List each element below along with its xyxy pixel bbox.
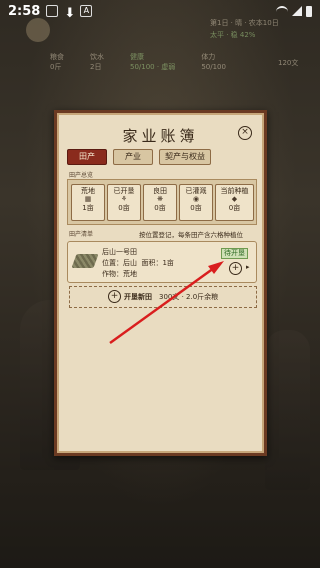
status-bar: 2:58 ⬇ A [0,0,320,22]
annotation-arrow [109,261,224,345]
annotation-arrow-line [109,266,215,345]
signal-icon [292,6,302,16]
battery-icon [306,5,312,17]
status-time: 2:58 [8,3,41,19]
wifi-icon [276,5,288,17]
download-notification-icon: ⬇ [64,6,76,21]
gallery-notification-icon [46,5,59,17]
a-notification-icon: A [80,5,93,17]
